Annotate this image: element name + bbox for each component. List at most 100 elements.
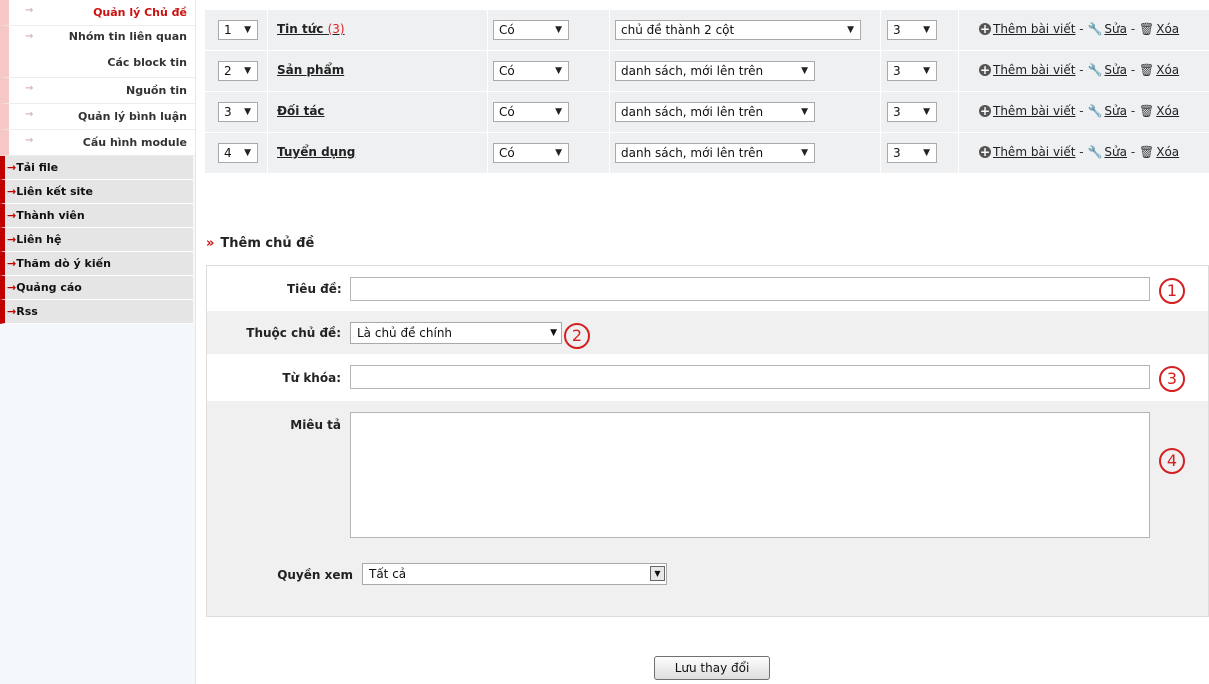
num-select[interactable]: 3 ▼ bbox=[887, 20, 937, 40]
section-title: Thêm chủ đề bbox=[220, 236, 315, 251]
sidebar-item-module-config[interactable]: → Cấu hình module bbox=[0, 130, 195, 156]
select-value: Tất cả bbox=[369, 567, 407, 581]
arrow-icon: → bbox=[25, 135, 34, 146]
separator: - bbox=[1130, 63, 1136, 77]
sidebar-item-label[interactable]: Các block tin bbox=[107, 56, 187, 69]
edit-link[interactable]: Sửa bbox=[1104, 63, 1127, 77]
sidebar-item-related-groups[interactable]: → Nhóm tin liên quan Các block tin bbox=[0, 26, 195, 78]
caret-down-icon: ▼ bbox=[801, 66, 808, 76]
view-type-select[interactable]: danh sách, mới lên trên ▼ bbox=[615, 143, 815, 163]
select-value: 3 bbox=[893, 64, 901, 78]
view-type-select[interactable]: chủ đề thành 2 cột ▼ bbox=[615, 20, 861, 40]
topic-name: Tin tức bbox=[277, 22, 324, 36]
column-divider bbox=[487, 51, 488, 91]
separator: - bbox=[1130, 104, 1136, 118]
topic-name-link[interactable]: Sản phẩm bbox=[277, 63, 344, 77]
parent-topic-select[interactable]: Là chủ đề chính ▼ bbox=[350, 322, 562, 344]
select-value: 1 bbox=[224, 23, 232, 37]
sidebar-item-comments[interactable]: → Quản lý bình luận bbox=[0, 104, 195, 130]
show-select[interactable]: Có ▼ bbox=[493, 102, 569, 122]
plus-circle-icon: + bbox=[979, 104, 991, 118]
form-row-keywords: Từ khóa: 3 bbox=[207, 354, 1208, 401]
wrench-icon: 🔧 bbox=[1087, 63, 1103, 77]
order-select[interactable]: 3 ▼ bbox=[218, 102, 258, 122]
separator: - bbox=[1079, 63, 1084, 77]
trash-icon: 🗑 bbox=[1139, 63, 1155, 77]
order-select[interactable]: 4 ▼ bbox=[218, 143, 258, 163]
add-post-link[interactable]: Thêm bài viết bbox=[993, 22, 1075, 36]
delete-link[interactable]: Xóa bbox=[1156, 22, 1179, 36]
delete-link[interactable]: Xóa bbox=[1156, 104, 1179, 118]
view-type-select[interactable]: danh sách, mới lên trên ▼ bbox=[615, 61, 815, 81]
show-select[interactable]: Có ▼ bbox=[493, 143, 569, 163]
row-actions: + Thêm bài viết - 🔧 Sửa - 🗑 Xóa bbox=[979, 63, 1179, 77]
edit-link[interactable]: Sửa bbox=[1104, 104, 1127, 118]
arrow-icon: → bbox=[7, 281, 17, 294]
topic-name: Đối tác bbox=[277, 104, 325, 118]
view-permission-select[interactable]: Tất cả ▼ bbox=[362, 563, 667, 585]
topic-name-link[interactable]: Đối tác bbox=[277, 104, 325, 118]
num-select[interactable]: 3 ▼ bbox=[887, 102, 937, 122]
select-value: 3 bbox=[224, 105, 232, 119]
topic-table: 1 ▼ Tin tức (3) Có ▼ chủ đề thành 2 cột ▼ 3… bbox=[205, 10, 1209, 174]
arrow-icon: → bbox=[25, 5, 34, 16]
caret-down-icon: ▼ bbox=[244, 107, 251, 117]
column-divider bbox=[487, 92, 488, 132]
arrow-icon: → bbox=[7, 161, 17, 174]
wrench-icon: 🔧 bbox=[1087, 104, 1103, 118]
topic-name-link[interactable]: Tuyển dụng bbox=[277, 145, 355, 159]
column-divider bbox=[958, 10, 959, 50]
edit-link[interactable]: Sửa bbox=[1104, 145, 1127, 159]
view-type-select[interactable]: danh sách, mới lên trên ▼ bbox=[615, 102, 815, 122]
column-divider bbox=[487, 10, 488, 50]
title-input[interactable] bbox=[350, 277, 1150, 301]
wrench-icon: 🔧 bbox=[1087, 145, 1103, 159]
delete-link[interactable]: Xóa bbox=[1156, 63, 1179, 77]
sidebar-item-rss[interactable]: →Rss bbox=[0, 300, 193, 324]
select-value: danh sách, mới lên trên bbox=[621, 146, 764, 160]
select-value: Là chủ đề chính bbox=[357, 326, 453, 340]
edit-link[interactable]: Sửa bbox=[1104, 22, 1127, 36]
num-select[interactable]: 3 ▼ bbox=[887, 143, 937, 163]
separator: - bbox=[1079, 104, 1084, 118]
sidebar-item-sources[interactable]: → Nguồn tin bbox=[0, 78, 195, 104]
add-post-link[interactable]: Thêm bài viết bbox=[993, 63, 1075, 77]
show-select[interactable]: Có ▼ bbox=[493, 61, 569, 81]
arrow-icon: → bbox=[25, 83, 34, 94]
keywords-input[interactable] bbox=[350, 365, 1150, 389]
row-actions: + Thêm bài viết - 🔧 Sửa - 🗑 Xóa bbox=[979, 104, 1179, 118]
topic-name: Tuyển dụng bbox=[277, 145, 356, 159]
table-row: 4 ▼ Tuyển dụng Có ▼ danh sách, mới lên trê… bbox=[205, 133, 1209, 174]
caret-down-icon: ▼ bbox=[555, 25, 562, 35]
sidebar-item-manage-topics[interactable]: → Quản lý Chủ đề bbox=[0, 0, 195, 26]
caret-down-icon: ▼ bbox=[923, 148, 930, 158]
separator: - bbox=[1130, 22, 1136, 36]
row-actions: + Thêm bài viết - 🔧 Sửa - 🗑 Xóa bbox=[979, 145, 1179, 159]
sidebar-item-weblinks[interactable]: →Liên kết site bbox=[0, 180, 193, 204]
order-select[interactable]: 2 ▼ bbox=[218, 61, 258, 81]
caret-down-icon: ▼ bbox=[555, 107, 562, 117]
sidebar-item-downloads[interactable]: →Tải file bbox=[0, 156, 193, 180]
caret-down-icon: ▼ bbox=[801, 148, 808, 158]
add-post-link[interactable]: Thêm bài viết bbox=[993, 145, 1075, 159]
order-select[interactable]: 1 ▼ bbox=[218, 20, 258, 40]
sidebar-item-members[interactable]: →Thành viên bbox=[0, 204, 193, 228]
parent-label: Thuộc chủ đề: bbox=[246, 326, 341, 340]
delete-link[interactable]: Xóa bbox=[1156, 145, 1179, 159]
caret-down-icon: ▼ bbox=[923, 25, 930, 35]
add-post-link[interactable]: Thêm bài viết bbox=[993, 104, 1075, 118]
topic-name: Sản phẩm bbox=[277, 63, 345, 77]
description-textarea[interactable] bbox=[350, 412, 1150, 538]
topic-name-link[interactable]: Tin tức (3) bbox=[277, 22, 345, 36]
num-select[interactable]: 3 ▼ bbox=[887, 61, 937, 81]
sidebar-item-polls[interactable]: →Thăm dò ý kiến bbox=[0, 252, 193, 276]
dropdown-button-icon: ▼ bbox=[650, 566, 665, 581]
sidebar-item-contact[interactable]: →Liên hệ bbox=[0, 228, 193, 252]
separator: - bbox=[1079, 145, 1084, 159]
table-row: 3 ▼ Đối tác Có ▼ danh sách, mới lên trên ▼ … bbox=[205, 92, 1209, 133]
sidebar-item-ads[interactable]: →Quảng cáo bbox=[0, 276, 193, 300]
save-button[interactable]: Lưu thay đổi bbox=[654, 656, 770, 680]
keywords-label: Từ khóa: bbox=[282, 371, 341, 385]
trash-icon: 🗑 bbox=[1139, 22, 1155, 36]
show-select[interactable]: Có ▼ bbox=[493, 20, 569, 40]
